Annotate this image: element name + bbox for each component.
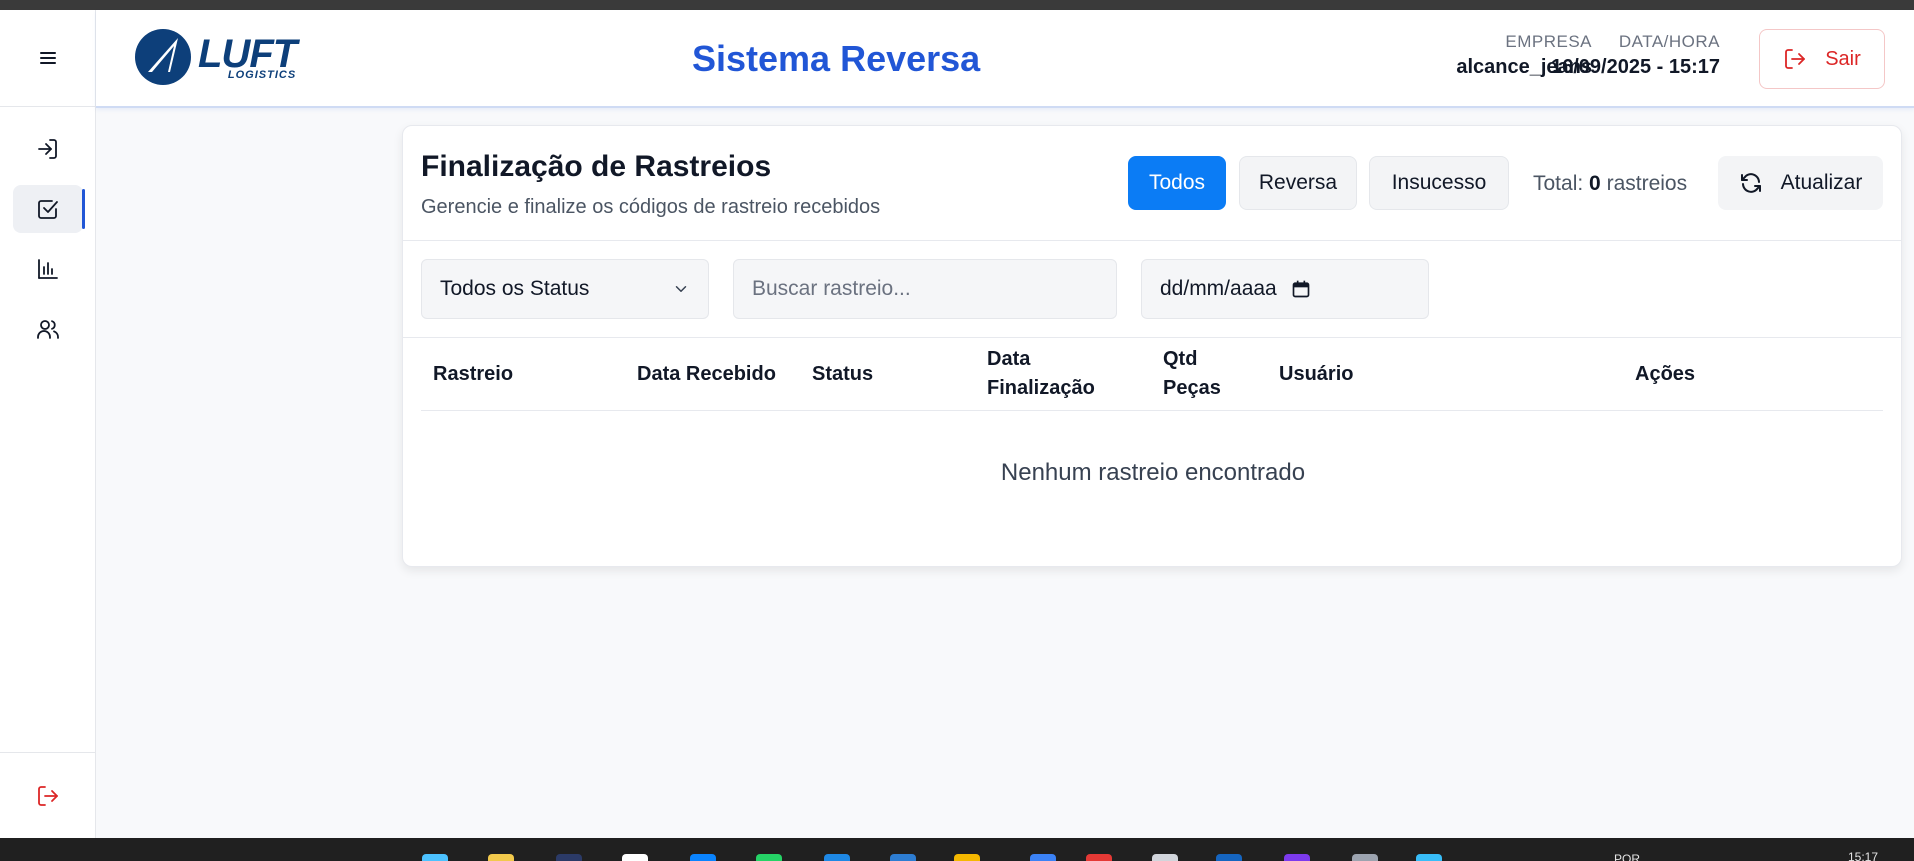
column-data-finalizacao: Data Finalização	[987, 348, 1095, 399]
bar-chart-icon	[37, 259, 58, 279]
column-acoes: Ações	[1635, 363, 1696, 385]
total-prefix: Total:	[1533, 172, 1584, 195]
datetime-value: 16/09/2025 - 15:17	[1550, 56, 1720, 78]
window-top-strip	[0, 0, 1914, 10]
tracking-card: Finalização de Rastreios Gerencie e fina…	[402, 125, 1902, 567]
search-field	[733, 259, 1117, 319]
app-icon[interactable]	[1416, 854, 1442, 861]
date-input[interactable]: dd/mm/aaaa	[1160, 277, 1277, 301]
chevron-down-icon	[675, 286, 687, 292]
search-input[interactable]	[752, 277, 1098, 301]
date-field[interactable]: dd/mm/aaaa	[1141, 259, 1429, 319]
page-title: Sistema Reversa	[692, 38, 981, 79]
sidebar	[0, 10, 96, 838]
logout-label: Sair	[1825, 47, 1861, 70]
hamburger-menu-icon	[39, 52, 56, 64]
sidebar-nav	[0, 107, 95, 353]
folder-icon[interactable]	[954, 854, 980, 861]
refresh-label: Atualizar	[1780, 171, 1863, 194]
luft-logo-icon	[135, 29, 191, 85]
checkbox-icon	[37, 200, 58, 219]
app-icon[interactable]	[1352, 854, 1378, 861]
app-icon[interactable]	[556, 854, 582, 861]
sidebar-item-relatorios[interactable]	[13, 245, 83, 293]
logout-icon	[1785, 49, 1806, 69]
sidebar-item-entrada[interactable]	[13, 125, 83, 173]
tab-insucesso[interactable]: Insucesso	[1369, 156, 1509, 210]
tab-todos[interactable]: Todos	[1128, 156, 1226, 210]
column-usuario: Usuário	[1279, 363, 1354, 385]
users-icon	[36, 320, 59, 339]
total-count: Total: 0 rastreios	[1533, 172, 1687, 196]
sidebar-logout-button[interactable]	[36, 784, 60, 808]
card-subtitle: Gerencie e finalize os códigos de rastre…	[421, 196, 881, 218]
menu-toggle-button[interactable]	[36, 46, 60, 70]
login-icon	[37, 139, 57, 159]
sidebar-footer	[0, 752, 96, 838]
empty-state-message: Nenhum rastreio encontrado	[1000, 459, 1306, 486]
table-header: Rastreio Data Recebido Status Data Final…	[421, 338, 1883, 411]
column-data-recebido: Data Recebido	[637, 363, 776, 385]
tab-reversa[interactable]: Reversa	[1239, 156, 1357, 210]
card-header: Finalização de Rastreios Gerencie e fina…	[403, 126, 1901, 241]
start-icon[interactable]	[422, 854, 448, 861]
refresh-icon	[1740, 173, 1761, 193]
logout-icon	[38, 785, 58, 806]
column-status: Status	[812, 363, 874, 385]
datetime-label: DATA/HORA	[1618, 32, 1720, 51]
status-select[interactable]: Todos os Status	[421, 259, 709, 319]
app-icon[interactable]	[890, 854, 916, 861]
app-icon[interactable]	[824, 854, 850, 861]
app-icon[interactable]	[622, 854, 648, 861]
sidebar-item-finalizacao[interactable]	[12, 185, 85, 233]
os-taskbar: POR 15:17	[0, 838, 1914, 861]
app-icon[interactable]	[1284, 854, 1310, 861]
column-rastreio: Rastreio	[433, 363, 514, 385]
taskbar-language[interactable]: POR	[1614, 852, 1640, 861]
filters-bar: Todos os Status dd/mm/aaaa	[403, 241, 1901, 338]
column-qtd-pecas: Qtd Peças	[1163, 348, 1221, 399]
app-icon[interactable]	[488, 854, 514, 861]
app-icon[interactable]	[690, 854, 716, 861]
sidebar-header	[0, 10, 95, 107]
logout-button[interactable]: Sair	[1759, 29, 1885, 89]
taskbar-clock[interactable]: 15:17	[1848, 850, 1878, 861]
refresh-button[interactable]: Atualizar	[1718, 156, 1883, 210]
app-icon[interactable]	[756, 854, 782, 861]
datetime-block: DATA/HORA 16/09/2025 - 15:17	[1532, 32, 1720, 79]
company-logo: LUFT LOGISTICS	[134, 28, 297, 86]
calendar-icon[interactable]	[1291, 279, 1311, 299]
app-icon[interactable]	[1216, 854, 1242, 861]
top-header: LUFT LOGISTICS Sistema Reversa EMPRESA a…	[96, 10, 1914, 108]
app-icon[interactable]	[1152, 854, 1178, 861]
total-value: 0	[1589, 172, 1601, 195]
app-icon[interactable]	[1086, 854, 1112, 861]
total-suffix: rastreios	[1606, 172, 1688, 195]
sidebar-item-usuarios[interactable]	[13, 305, 83, 353]
status-select-value: Todos os Status	[440, 277, 590, 300]
card-title: Finalização de Rastreios	[421, 150, 772, 183]
logo-wordmark: LUFT	[198, 31, 297, 76]
app-icon[interactable]	[1030, 854, 1056, 861]
